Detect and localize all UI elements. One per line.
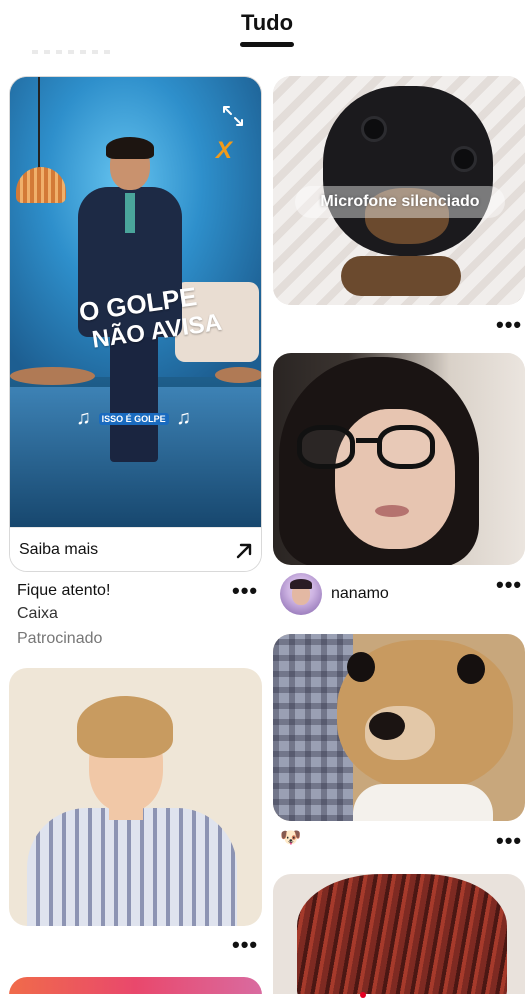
- pin-image-portrait[interactable]: [9, 668, 262, 926]
- cta-bar[interactable]: Saiba mais: [10, 527, 261, 571]
- ad-title: Fique atento!: [17, 582, 111, 599]
- arrow-up-right-icon: [236, 543, 252, 559]
- faded-board-strip: [32, 50, 112, 54]
- pin-image-puppy-black[interactable]: Microfone silenciado: [273, 76, 525, 305]
- brand-logo: X: [216, 137, 233, 164]
- sponsored-label: Patrocinado: [17, 630, 103, 647]
- avatar[interactable]: [280, 573, 322, 615]
- more-options-icon[interactable]: •••: [496, 574, 522, 596]
- top-header: Tudo: [0, 0, 526, 62]
- more-options-icon[interactable]: •••: [496, 830, 522, 852]
- music-note-icon: ♫: [76, 407, 91, 429]
- dog-emoji-caption: 🐶: [280, 828, 302, 847]
- pin-image-puppy-brown[interactable]: [273, 634, 525, 821]
- notification-dot: [360, 992, 366, 998]
- tab-all[interactable]: Tudo: [233, 10, 301, 36]
- more-options-icon[interactable]: •••: [232, 580, 258, 602]
- music-note-icon: ♫: [176, 407, 192, 429]
- expand-icon[interactable]: [222, 105, 244, 127]
- pin-image-person-glasses[interactable]: [273, 353, 525, 565]
- pin-image-partial[interactable]: [273, 874, 525, 1000]
- pinner-name[interactable]: nanamo: [331, 585, 389, 603]
- ad-audio-tag: ♫ ISSO É GOLPE ♫: [76, 407, 191, 430]
- ad-tag-pill: ISSO É GOLPE: [98, 412, 169, 425]
- bottom-nav: [0, 994, 526, 1000]
- more-options-icon[interactable]: •••: [232, 934, 258, 956]
- ad-advertiser[interactable]: Caixa: [17, 605, 58, 623]
- muted-overlay: Microfone silenciado: [295, 186, 505, 218]
- more-options-icon[interactable]: •••: [496, 314, 522, 336]
- ad-pin-card[interactable]: O GOLPE NÃO AVISA ♫ ISSO É GOLPE ♫ X Sai…: [9, 76, 262, 572]
- ad-pin-image[interactable]: O GOLPE NÃO AVISA ♫ ISSO É GOLPE ♫ X: [10, 77, 261, 527]
- tab-active-indicator: [240, 42, 294, 47]
- cta-label: Saiba mais: [19, 541, 99, 558]
